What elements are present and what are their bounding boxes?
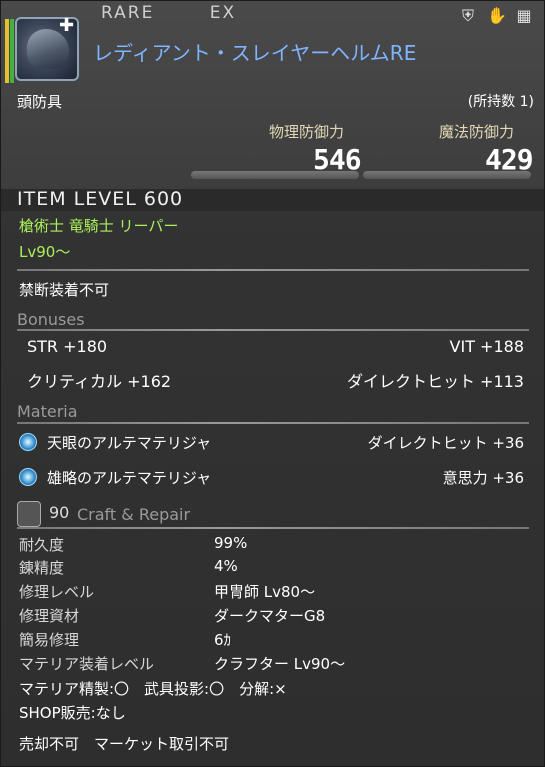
trade-restriction-text: 売却不可 マーケット取引不可	[19, 735, 230, 753]
materia-effect-2: 意思力 +36	[442, 469, 524, 487]
materia-name-2: 雄略のアルテマテリジャ	[47, 469, 212, 487]
materia-melding-level-value: クラフター Lv90～	[214, 655, 346, 673]
owned-count: (所持数 1)	[467, 94, 534, 110]
spiritbond-value: 4%	[214, 557, 238, 575]
bonus-critical: クリティカル +162	[27, 372, 172, 391]
durability-value: 99%	[214, 534, 248, 552]
bonus-direct-hit: ダイレクトヒット +113	[346, 372, 524, 391]
divider	[17, 269, 529, 271]
crafter-job-icon	[17, 501, 41, 527]
divider	[17, 329, 529, 331]
materia-melding-level-label: マテリア装着レベル	[19, 655, 155, 673]
magic-defense-label: 魔法防御力	[439, 123, 515, 141]
physical-defense-label: 物理防御力	[269, 123, 345, 141]
materia-slot-icon[interactable]	[19, 433, 37, 451]
top-icon-row: ⛨ ✋ ▦	[459, 7, 533, 25]
item-name: レディアント・スレイヤーヘルムRE	[93, 41, 417, 65]
rarity-tags: RARE EX	[101, 3, 284, 23]
shop-sale-text: SHOP販売:なし	[19, 704, 126, 722]
divider	[17, 527, 529, 529]
magic-defense-value: 429	[485, 143, 534, 176]
divider	[17, 422, 529, 424]
craft-flags: マテリア精製:〇 武具投影:〇 分解:×	[19, 680, 287, 698]
level-requirement: Lv90～	[19, 243, 71, 261]
repair-material-label: 修理資材	[19, 607, 80, 625]
materia-slot-icon[interactable]	[19, 468, 37, 486]
repair-level-label: 修理レベル	[19, 583, 95, 601]
materia-name-1: 天眼のアルテマテリジャ	[47, 434, 212, 452]
repair-material-value: ダークマターG8	[214, 607, 326, 625]
spiritbond-label: 錬精度	[19, 559, 65, 577]
quick-repair-value: 6ｶ	[214, 631, 232, 649]
item-tooltip: ✚ RARE EX ⛨ ✋ ▦ レディアント・スレイヤーヘルムRE 頭防具 (所…	[0, 0, 545, 767]
durability-label: 耐久度	[19, 536, 65, 554]
spiritbond-bar	[10, 19, 14, 83]
bonus-str: STR +180	[27, 337, 108, 356]
lock-icon: ▦	[516, 6, 532, 25]
bonus-vit: VIT +188	[449, 337, 524, 356]
materia-effect-1: ダイレクトヒット +36	[367, 434, 524, 452]
item-category: 頭防具	[17, 93, 63, 111]
job-list: 槍術士 竜騎士 リーパー	[19, 217, 179, 235]
craft-level: 90	[49, 503, 70, 522]
repair-level-value: 甲冑師 Lv80～	[214, 583, 316, 601]
bonuses-heading: Bonuses	[17, 310, 85, 329]
plus-overlay-icon: ✚	[59, 15, 75, 36]
condition-bar	[5, 19, 9, 83]
item-level: ITEM LEVEL 600	[17, 188, 184, 210]
restriction-text: 禁断装着不可	[19, 281, 110, 299]
materia-heading: Materia	[17, 402, 78, 421]
craft-repair-heading: Craft & Repair	[77, 505, 191, 524]
physical-defense-value: 546	[313, 143, 362, 176]
rarity-tag-ex: EX	[209, 3, 237, 23]
rarity-tag-rare: RARE	[101, 3, 155, 23]
hand-icon: ✋	[487, 6, 507, 25]
quick-repair-label: 簡易修理	[19, 631, 80, 649]
plus-shield-icon: ⛨	[461, 6, 474, 25]
